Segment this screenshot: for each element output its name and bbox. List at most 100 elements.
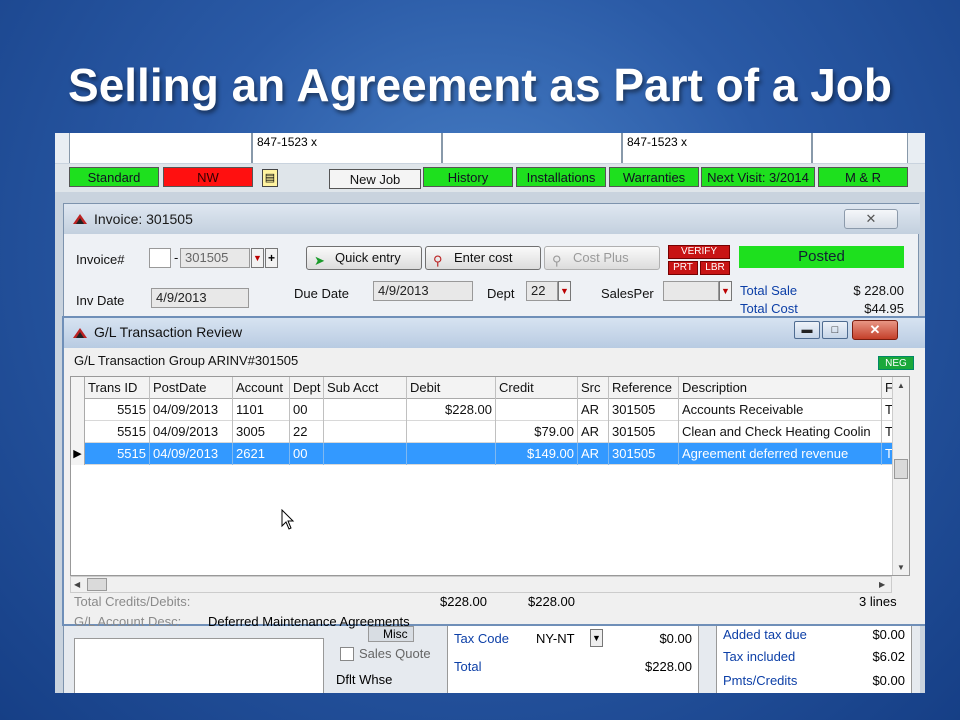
close-icon: ✕ xyxy=(869,322,881,337)
vertical-scrollbar[interactable]: ▲ ▼ xyxy=(892,377,909,575)
salesper-field[interactable] xyxy=(663,281,719,301)
col-src[interactable]: Src xyxy=(578,377,609,399)
prt-badge[interactable]: PRT xyxy=(668,261,698,275)
tax-code-label: Tax Code xyxy=(454,631,509,646)
invoice-number-label: Invoice# xyxy=(76,252,125,267)
inv-date-field[interactable]: 4/9/2013 xyxy=(151,288,249,308)
cell-trans-id: 5515 xyxy=(85,399,150,421)
tab-history[interactable]: History xyxy=(423,167,513,187)
col-dept[interactable]: Dept xyxy=(290,377,324,399)
tax-code-dropdown[interactable]: ▼ xyxy=(590,629,603,647)
status-badge: Posted xyxy=(739,246,904,268)
minimize-button[interactable]: ▬ xyxy=(794,321,820,339)
dept-field[interactable]: 22 xyxy=(526,281,558,301)
row-indicator xyxy=(71,421,85,443)
table-row-selected[interactable]: ▶ 5515 04/09/2013 2621 00 $149.00 AR 301… xyxy=(71,443,909,465)
invoice-number-field[interactable]: 301505 xyxy=(180,248,250,268)
gl-title-bar[interactable]: G/L Transaction Review ▬ □ ✕ xyxy=(64,318,925,348)
scroll-right-icon[interactable]: ▶ xyxy=(879,580,885,589)
cell-trans-id: 5515 xyxy=(85,421,150,443)
invoice-window: Invoice: 301505 ✕ Invoice# - 301505 ▼ + … xyxy=(62,203,925,693)
cell-debit: $228.00 xyxy=(407,399,496,421)
cost-plus-icon: ⚲ xyxy=(552,253,562,268)
tax-summary-panel: Added tax due $0.00 Tax included $6.02 P… xyxy=(716,624,912,693)
line-count: 3 lines xyxy=(859,594,897,609)
slide-title: Selling an Agreement as Part of a Job xyxy=(68,59,892,111)
acct-desc-label: G/L Account Desc: xyxy=(74,614,182,629)
invoice-prefix-field[interactable] xyxy=(149,248,171,268)
tab-warranties[interactable]: Warranties xyxy=(609,167,699,187)
scroll-thumb[interactable] xyxy=(87,578,107,591)
col-postdate[interactable]: PostDate xyxy=(150,377,233,399)
col-description[interactable]: Description xyxy=(679,377,882,399)
tab-standard[interactable]: Standard xyxy=(69,167,159,187)
col-debit[interactable]: Debit xyxy=(407,377,496,399)
cost-plus-button[interactable]: ⚲ Cost Plus xyxy=(544,246,660,270)
form-cell xyxy=(69,133,252,163)
chevron-down-icon: ▼ xyxy=(560,286,569,296)
invoice-dropdown[interactable]: ▼ xyxy=(251,248,264,268)
cell-reference: 301505 xyxy=(609,421,679,443)
chevron-down-icon: ▼ xyxy=(592,633,601,643)
invoice-title-bar[interactable]: Invoice: 301505 ✕ xyxy=(64,204,920,234)
tab-new-job[interactable]: New Job xyxy=(329,169,421,189)
minimize-icon: ▬ xyxy=(801,324,813,336)
salesper-dropdown[interactable]: ▼ xyxy=(719,281,732,301)
horizontal-scrollbar[interactable]: ◀ ▶ xyxy=(70,576,892,593)
tab-next-visit[interactable]: Next Visit: 3/2014 xyxy=(701,167,815,187)
col-credit[interactable]: Credit xyxy=(496,377,578,399)
salesper-label: SalesPer xyxy=(601,286,654,301)
cell-account: 3005 xyxy=(233,421,290,443)
tax-included-value: $6.02 xyxy=(872,649,905,664)
plus-icon: + xyxy=(267,251,275,265)
col-reference[interactable]: Reference xyxy=(609,377,679,399)
notes-box[interactable] xyxy=(74,638,324,693)
col-account[interactable]: Account xyxy=(233,377,290,399)
tab-installations[interactable]: Installations xyxy=(516,167,606,187)
due-date-field[interactable]: 4/9/2013 xyxy=(373,281,473,301)
customer-tab-bar: Standard NW ▤ New Job History Installati… xyxy=(55,164,925,192)
tab-nw[interactable]: NW xyxy=(163,167,253,187)
lbr-badge[interactable]: LBR xyxy=(700,261,730,275)
grid-header-row: Trans ID PostDate Account Dept Sub Acct … xyxy=(71,377,909,399)
cell-sub-acct xyxy=(324,443,407,465)
quick-entry-label: Quick entry xyxy=(335,250,401,265)
phone-field-2[interactable]: 847-1523 x xyxy=(622,133,812,163)
scroll-down-icon[interactable]: ▼ xyxy=(897,563,905,572)
gl-close-button[interactable]: ✕ xyxy=(852,320,898,340)
invoice-close-button[interactable]: ✕ xyxy=(844,209,898,229)
added-tax-value: $0.00 xyxy=(872,627,905,642)
phone-field-1[interactable]: 847-1523 x xyxy=(252,133,442,163)
quick-entry-button[interactable]: ➤ Quick entry xyxy=(306,246,422,270)
cell-account: 1101 xyxy=(233,399,290,421)
pmts-value: $0.00 xyxy=(872,673,905,688)
scroll-thumb[interactable] xyxy=(894,459,908,479)
col-sub-acct[interactable]: Sub Acct xyxy=(324,377,407,399)
enter-cost-button[interactable]: ⚲ Enter cost xyxy=(425,246,541,270)
dept-dropdown[interactable]: ▼ xyxy=(558,281,571,301)
verify-badge[interactable]: VERIFY xyxy=(668,245,730,259)
header-row-indicator xyxy=(71,377,85,399)
gl-window-title: G/L Transaction Review xyxy=(94,324,243,340)
totals-label: Total Credits/Debits: xyxy=(74,594,191,609)
col-trans-id[interactable]: Trans ID xyxy=(85,377,150,399)
notepad-icon[interactable]: ▤ xyxy=(262,169,278,187)
tax-code-value[interactable]: NY-NT xyxy=(536,631,575,646)
tab-m-and-r[interactable]: M & R xyxy=(818,167,908,187)
scroll-left-icon[interactable]: ◀ xyxy=(74,580,80,589)
cell-description: Clean and Check Heating Coolin xyxy=(679,421,882,443)
cell-sub-acct xyxy=(324,421,407,443)
table-row[interactable]: 5515 04/09/2013 1101 00 $228.00 AR 30150… xyxy=(71,399,909,421)
gl-review-window: G/L Transaction Review ▬ □ ✕ G/L Transac… xyxy=(62,316,925,629)
sales-quote-checkbox[interactable] xyxy=(340,647,354,661)
cell-trans-id: 5515 xyxy=(85,443,150,465)
invoice-add-button[interactable]: + xyxy=(265,248,278,268)
total-debits: $228.00 xyxy=(440,594,487,609)
table-row[interactable]: 5515 04/09/2013 3005 22 $79.00 AR 301505… xyxy=(71,421,909,443)
maximize-button[interactable]: □ xyxy=(822,321,848,339)
gl-transaction-grid: Trans ID PostDate Account Dept Sub Acct … xyxy=(70,376,910,576)
cell-dept: 00 xyxy=(290,443,324,465)
enter-cost-label: Enter cost xyxy=(454,250,513,265)
cell-reference: 301505 xyxy=(609,443,679,465)
scroll-up-icon[interactable]: ▲ xyxy=(897,381,905,390)
